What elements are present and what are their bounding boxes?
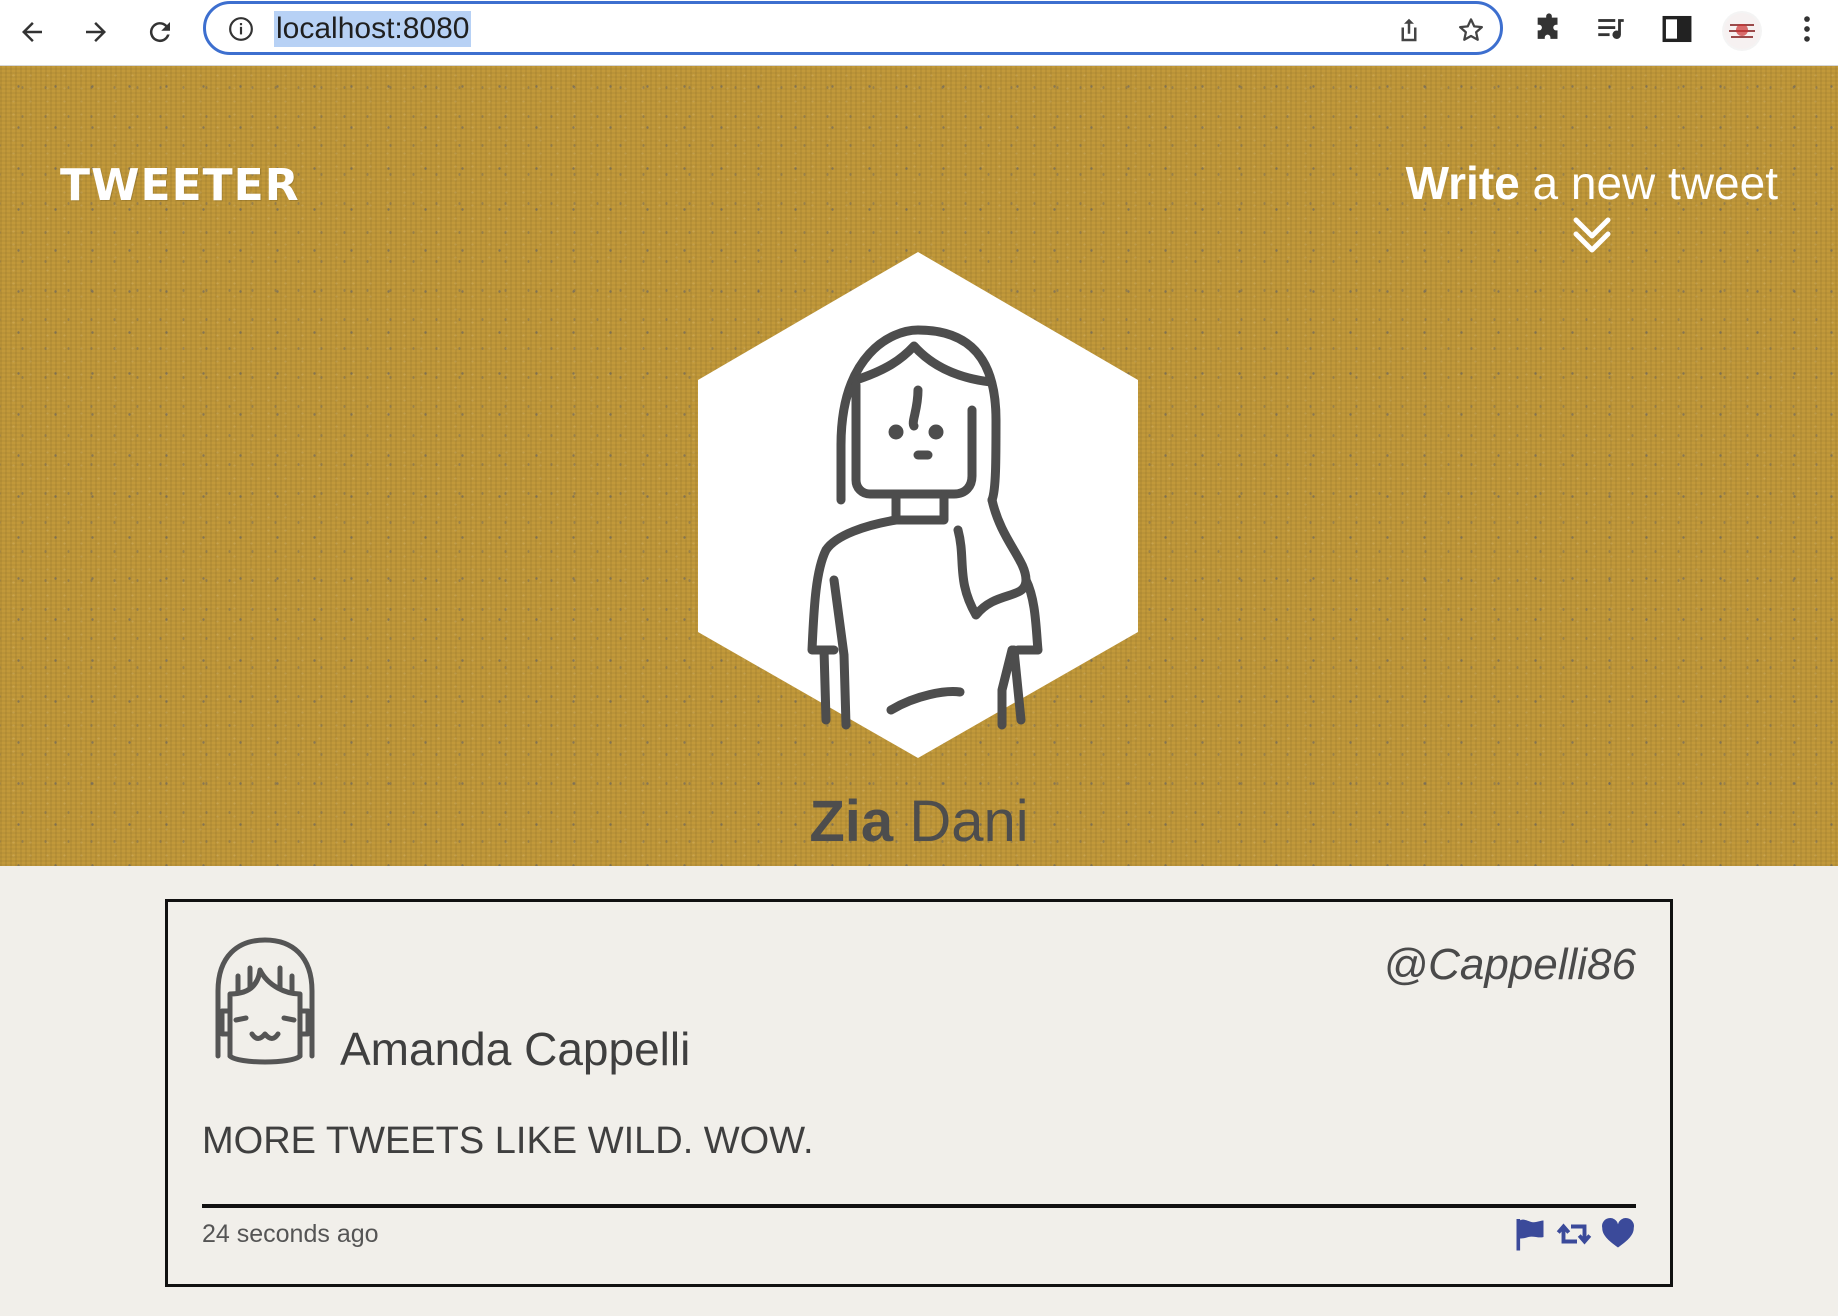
reload-icon xyxy=(149,22,170,43)
address-bar[interactable]: localhost:8080 xyxy=(203,1,1503,55)
profile-picture-icon xyxy=(1724,13,1760,49)
profile-last-name: Dani xyxy=(909,789,1029,854)
bookmark-star-icon[interactable] xyxy=(1456,15,1486,45)
back-icon xyxy=(22,22,42,42)
tweet-actions xyxy=(1512,1216,1636,1252)
profile-name: Zia Dani xyxy=(0,788,1838,855)
profile-first-name: Zia xyxy=(809,789,894,854)
double-chevron-down-icon xyxy=(1573,217,1611,253)
menu-kebab-icon[interactable] xyxy=(1790,12,1824,46)
tweet-author-name: Amanda Cappelli xyxy=(340,1023,691,1075)
profile-avatar-hexagon xyxy=(698,252,1138,758)
forward-icon xyxy=(86,22,106,42)
tweet-divider xyxy=(202,1204,1636,1208)
write-label-rest: a new tweet xyxy=(1519,157,1779,209)
retweet-icon xyxy=(1556,1223,1592,1245)
tweet-content: MORE TWEETS LIKE WILD. WOW. xyxy=(202,1120,814,1162)
address-url[interactable]: localhost:8080 xyxy=(274,11,472,47)
tweet-author-avatar xyxy=(215,937,315,1065)
site-info-icon[interactable] xyxy=(228,16,254,42)
profile-avatar[interactable] xyxy=(1722,11,1762,51)
write-label-bold: Write xyxy=(1405,157,1520,209)
profile-banner: TWEETER Write a new tweet Zia Dani xyxy=(0,66,1838,866)
flag-button[interactable] xyxy=(1512,1216,1548,1252)
tweet-card: Amanda Cappelli @Cappelli86 MORE TWEETS … xyxy=(165,899,1673,1287)
tweet-timestamp: 24 seconds ago xyxy=(202,1220,379,1248)
share-icon[interactable] xyxy=(1394,15,1424,45)
girl-face-icon xyxy=(215,937,315,1065)
flag-icon xyxy=(1516,1219,1544,1251)
reload-button[interactable] xyxy=(136,8,184,56)
back-button[interactable] xyxy=(8,8,56,56)
app-logo[interactable]: TWEETER xyxy=(60,160,300,211)
side-panel-icon[interactable] xyxy=(1660,12,1694,46)
extensions-icon[interactable] xyxy=(1532,12,1566,46)
tweet-author-handle: @Cappelli86 xyxy=(1383,940,1636,989)
like-button[interactable] xyxy=(1600,1216,1636,1252)
browser-toolbar: localhost:8080 xyxy=(0,0,1838,66)
media-controls-icon[interactable] xyxy=(1594,12,1628,46)
heart-icon xyxy=(1602,1218,1634,1248)
write-new-tweet-button[interactable]: Write a new tweet xyxy=(1406,156,1778,258)
retweet-button[interactable] xyxy=(1556,1216,1592,1252)
forward-button[interactable] xyxy=(72,8,120,56)
